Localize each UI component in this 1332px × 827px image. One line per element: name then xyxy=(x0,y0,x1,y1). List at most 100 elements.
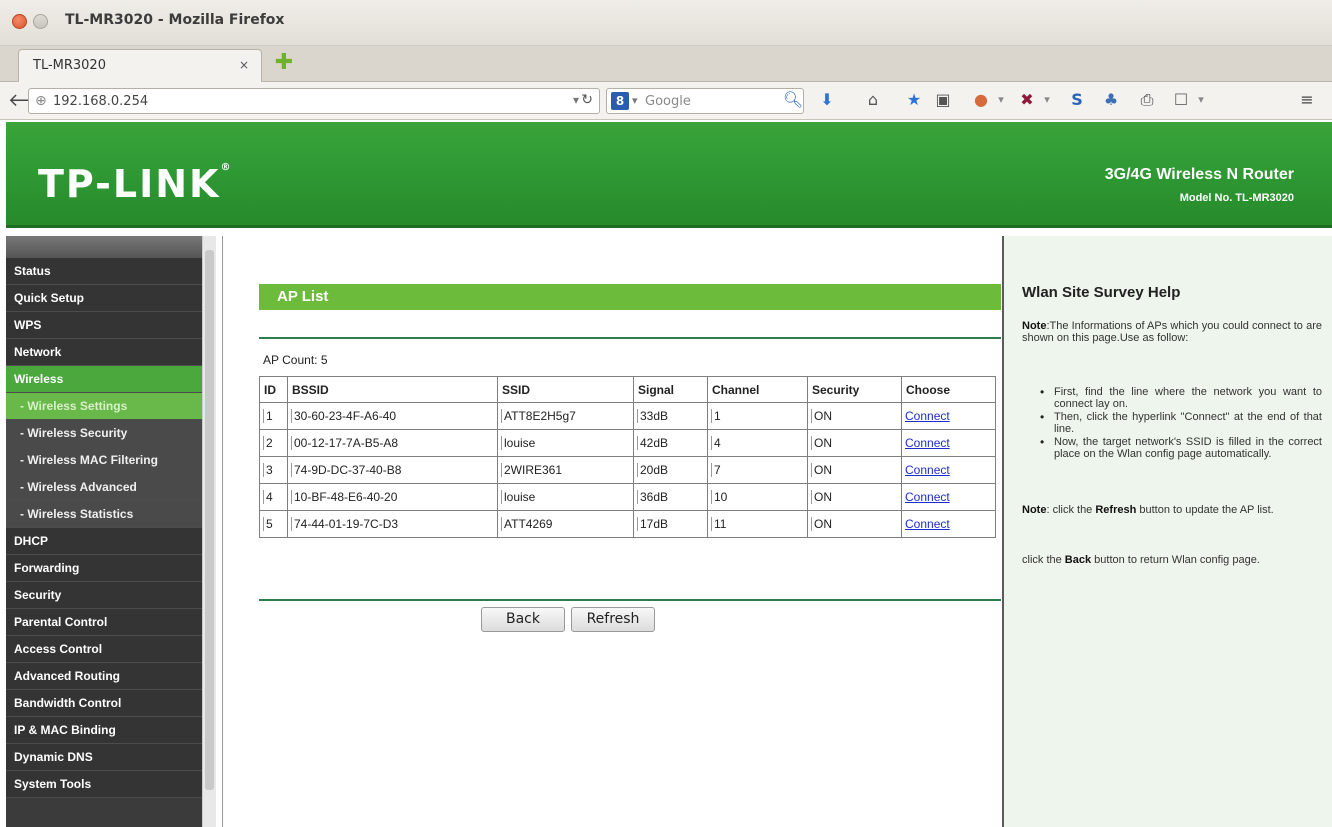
cell-text: ON xyxy=(811,409,832,423)
sidebar-scroll-thumb[interactable] xyxy=(205,250,214,790)
url-bar[interactable]: ⊕ 192.168.0.254 ▾ ↻ xyxy=(28,88,600,114)
download-icon[interactable]: ⬇ xyxy=(816,90,838,110)
addon-icon[interactable]: ✖ xyxy=(1016,90,1038,110)
sidebar-item-status[interactable]: Status xyxy=(6,258,202,285)
addon-icon[interactable]: S xyxy=(1066,90,1088,110)
refresh-button[interactable]: Refresh xyxy=(571,607,655,632)
sidebar-scrollbar[interactable] xyxy=(202,236,216,827)
addon-dropdown-icon[interactable]: ▾ xyxy=(1190,90,1212,110)
cell-ssid: 2WIRE361 xyxy=(497,456,634,484)
cell-choose: Connect xyxy=(901,483,996,511)
cell-text: 42dB xyxy=(637,436,668,450)
sidebar-item-ip-mac-binding[interactable]: IP & MAC Binding xyxy=(6,717,202,744)
cell-text: 4 xyxy=(263,490,273,504)
sidebar-item-wireless-mac-filtering[interactable]: - Wireless MAC Filtering xyxy=(6,447,202,474)
search-bar[interactable]: 8 ▾ Google xyxy=(606,88,804,114)
sidebar-item-wireless-advanced[interactable]: - Wireless Advanced xyxy=(6,474,202,501)
tab-router[interactable]: TL-MR3020 × xyxy=(18,49,262,82)
cell-bssid: 10-BF-48-E6-40-20 xyxy=(287,483,498,511)
window-titlebar: TL-MR3020 - Mozilla Firefox xyxy=(0,0,1332,46)
help-bullet: Now, the target network's SSID is filled… xyxy=(1034,436,1322,460)
sidebar-item-parental-control[interactable]: Parental Control xyxy=(6,609,202,636)
cell-text: 1 xyxy=(263,409,273,423)
bookmarks-menu-icon[interactable]: ▣ xyxy=(932,90,954,110)
search-engine-dropdown-icon[interactable]: ▾ xyxy=(632,94,638,107)
cell-security: ON xyxy=(807,456,902,484)
cell-text: 17dB xyxy=(637,517,668,531)
search-input[interactable]: Google xyxy=(645,94,691,109)
bookmark-star-icon[interactable]: ★ xyxy=(903,90,925,110)
addon-icon[interactable]: ● xyxy=(970,90,992,110)
home-icon[interactable]: ⌂ xyxy=(862,90,884,110)
sidebar-item-wireless-settings[interactable]: - Wireless Settings xyxy=(6,393,202,420)
sidebar-item-advanced-routing[interactable]: Advanced Routing xyxy=(6,663,202,690)
table-row: 1 30-60-23-4F-A6-40 ATT8E2H5g7 33dB 1 ON… xyxy=(259,402,996,430)
cell-text: louise xyxy=(501,490,535,504)
cell-text: ATT8E2H5g7 xyxy=(501,409,576,423)
column-header: Security xyxy=(807,376,902,403)
help-panel: Wlan Site Survey Help Note:The Informati… xyxy=(1002,236,1332,827)
sidebar-item-access-control[interactable]: Access Control xyxy=(6,636,202,663)
window-minimize-button[interactable] xyxy=(33,14,48,29)
help-note2-pre: : click the xyxy=(1046,504,1096,516)
table-row: 4 10-BF-48-E6-40-20 louise 36dB 10 ON Co… xyxy=(259,483,996,511)
cell-text: 30-60-23-4F-A6-40 xyxy=(291,409,396,423)
sidebar-item-forwarding[interactable]: Forwarding xyxy=(6,555,202,582)
reload-icon[interactable]: ↻ xyxy=(581,92,593,108)
url-dropdown-icon[interactable]: ▾ xyxy=(573,93,579,107)
sidebar-item-bandwidth-control[interactable]: Bandwidth Control xyxy=(6,690,202,717)
table-header-row: ID BSSID SSID Signal Channel Security Ch… xyxy=(259,376,996,403)
back-button[interactable]: Back xyxy=(481,607,565,632)
sidebar-item-wireless-security[interactable]: - Wireless Security xyxy=(6,420,202,447)
connect-link[interactable]: Connect xyxy=(905,517,950,531)
table-row: 2 00-12-17-7A-B5-A8 louise 42dB 4 ON Con… xyxy=(259,429,996,457)
table-row: 5 74-44-01-19-7C-D3 ATT4269 17dB 11 ON C… xyxy=(259,510,996,538)
cell-channel: 11 xyxy=(707,510,808,538)
window-close-button[interactable] xyxy=(12,14,27,29)
ap-count-label: AP Count: xyxy=(263,353,318,367)
column-header: SSID xyxy=(497,376,634,403)
cell-text: ATT4269 xyxy=(501,517,552,531)
new-tab-button[interactable]: ✚ xyxy=(272,52,296,76)
sidebar-item-dhcp[interactable]: DHCP xyxy=(6,528,202,555)
connect-link[interactable]: Connect xyxy=(905,436,950,450)
sidebar-item-wireless[interactable]: Wireless xyxy=(6,366,202,393)
search-engine-icon[interactable]: 8 xyxy=(611,92,629,110)
cell-channel: 10 xyxy=(707,483,808,511)
cell-signal: 36dB xyxy=(633,483,708,511)
cell-text: 33dB xyxy=(637,409,668,423)
cell-text: 3 xyxy=(263,463,273,477)
cell-text: 36dB xyxy=(637,490,668,504)
sidebar-item-wireless-statistics[interactable]: - Wireless Statistics xyxy=(6,501,202,528)
sidebar-item-security[interactable]: Security xyxy=(6,582,202,609)
tab-close-icon[interactable]: × xyxy=(239,58,249,72)
sidebar-item-dynamic-dns[interactable]: Dynamic DNS xyxy=(6,744,202,771)
cell-text: 2WIRE361 xyxy=(501,463,562,477)
connect-link[interactable]: Connect xyxy=(905,409,950,423)
connect-link[interactable]: Connect xyxy=(905,463,950,477)
sidebar-item-system-tools[interactable]: System Tools xyxy=(6,771,202,798)
menu-icon[interactable]: ≡ xyxy=(1296,90,1318,110)
addon-dropdown-icon[interactable]: ▾ xyxy=(990,90,1012,110)
addon-icon[interactable]: ♣ xyxy=(1100,90,1122,110)
cell-security: ON xyxy=(807,402,902,430)
addon-icon[interactable]: ☐ xyxy=(1170,90,1192,110)
cell-choose: Connect xyxy=(901,402,996,430)
cell-bssid: 74-44-01-19-7C-D3 xyxy=(287,510,498,538)
cell-choose: Connect xyxy=(901,456,996,484)
addon-dropdown-icon[interactable]: ▾ xyxy=(1036,90,1058,110)
print-icon[interactable]: ⎙ xyxy=(1136,90,1158,110)
bottom-divider xyxy=(259,599,1001,601)
sidebar-item-quick-setup[interactable]: Quick Setup xyxy=(6,285,202,312)
cell-security: ON xyxy=(807,483,902,511)
cell-text: ON xyxy=(811,517,832,531)
connect-link[interactable]: Connect xyxy=(905,490,950,504)
sidebar-menu: Status Quick Setup WPS Network Wireless … xyxy=(6,258,202,798)
section-header: AP List xyxy=(259,284,1001,310)
sidebar-item-wps[interactable]: WPS xyxy=(6,312,202,339)
cell-bssid: 30-60-23-4F-A6-40 xyxy=(287,402,498,430)
url-text: 192.168.0.254 xyxy=(53,94,149,109)
sidebar-item-network[interactable]: Network xyxy=(6,339,202,366)
search-go-icon[interactable]: 🔍︎ xyxy=(782,90,804,110)
help-note-refresh: Note: click the Refresh button to update… xyxy=(1022,504,1322,516)
